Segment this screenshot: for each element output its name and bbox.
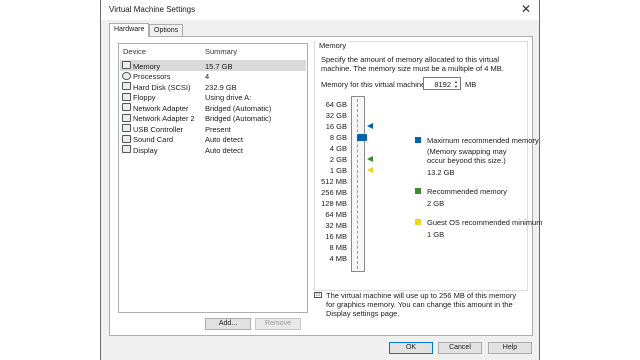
- settings-window: Virtual Machine Settings ✕ Hardware Opti…: [100, 0, 542, 360]
- device-name: Network Adapter: [133, 103, 189, 113]
- dialog-footer: OK Cancel Help: [101, 340, 539, 360]
- scale-tick: 16 MB: [325, 232, 347, 241]
- memory-size-value: 8192: [434, 80, 451, 89]
- device-name: Memory: [133, 61, 161, 71]
- usb-icon: [122, 124, 131, 132]
- scale-tick: 1 GB: [329, 166, 347, 175]
- help-button[interactable]: Help: [488, 342, 532, 354]
- legend-value: 13.2 GB: [427, 168, 455, 177]
- info-icon: ▭: [314, 292, 322, 298]
- device-row-memory[interactable]: Memory 15.7 GB: [120, 60, 306, 71]
- device-name: USB Controller: [133, 124, 184, 134]
- scale-tick: 256 MB: [321, 188, 347, 197]
- device-column-header[interactable]: Device: [123, 47, 146, 56]
- legend-swatch: [415, 188, 421, 194]
- device-name: Sound Card: [133, 135, 174, 144]
- memory-size-input[interactable]: 8192 ▲ ▼: [423, 77, 461, 90]
- device-name: Display: [133, 145, 158, 155]
- cancel-button[interactable]: Cancel: [438, 342, 482, 354]
- scale-tick: 512 MB: [321, 177, 347, 186]
- memory-description: Specify the amount of memory allocated t…: [321, 55, 504, 73]
- device-list: Device Summary Memory 15.7 GB Processors…: [118, 43, 308, 313]
- device-summary: 232.9 GB: [205, 82, 237, 92]
- hard-disk-icon: [122, 82, 131, 90]
- scale-tick: 4 GB: [329, 144, 347, 153]
- device-summary: Bridged (Automatic): [205, 103, 272, 113]
- tab-hardware[interactable]: Hardware: [109, 23, 150, 37]
- guest-min-marker-icon: [367, 167, 373, 173]
- memory-unit: MB: [465, 80, 477, 89]
- scale-tick: 2 GB: [329, 155, 347, 164]
- device-name: Hard Disk (SCSI): [133, 82, 191, 92]
- device-row-network-adapter-2[interactable]: Network Adapter 2 Bridged (Automatic): [120, 113, 306, 123]
- device-name: Floppy: [133, 93, 156, 102]
- device-summary: Auto detect: [205, 135, 243, 144]
- scale-tick: 32 MB: [325, 221, 347, 230]
- device-row-sound-card[interactable]: Sound Card Auto detect: [120, 134, 306, 144]
- legend-swatch: [415, 219, 421, 225]
- memory-input-label: Memory for this virtual machine:: [321, 80, 428, 89]
- device-row-network-adapter[interactable]: Network Adapter Bridged (Automatic): [120, 102, 306, 113]
- scale-tick: 8 MB: [329, 243, 347, 252]
- network-adapter-icon: [122, 103, 131, 111]
- device-row-hard-disk[interactable]: Hard Disk (SCSI) 232.9 GB: [120, 81, 306, 92]
- slider-groove: [357, 99, 359, 269]
- window-title: Virtual Machine Settings: [109, 5, 196, 14]
- summary-column-header[interactable]: Summary: [205, 47, 237, 56]
- display-icon: [122, 145, 131, 153]
- hardware-panel: Device Summary Memory 15.7 GB Processors…: [109, 36, 542, 336]
- scale-tick: 16 GB: [325, 122, 347, 131]
- scale-tick: 128 MB: [321, 199, 347, 208]
- device-name: Network Adapter 2: [133, 114, 195, 123]
- legend-swatch: [415, 137, 421, 143]
- sound-card-icon: [122, 134, 131, 143]
- device-summary: Present: [205, 124, 231, 134]
- device-row-usb-controller[interactable]: USB Controller Present: [120, 123, 306, 134]
- device-summary: 15.7 GB: [205, 61, 233, 71]
- scale-tick: 64 MB: [325, 210, 347, 219]
- title-bar: Virtual Machine Settings ✕: [101, 0, 539, 20]
- memory-slider-track[interactable]: [351, 96, 365, 272]
- memory-icon: [122, 61, 131, 69]
- legend-title: Maximum recommended memory: [427, 136, 539, 145]
- legend-title: Guest OS recommended minimum: [427, 218, 543, 227]
- legend-note: (Memory swapping may occur beyond this s…: [427, 147, 507, 165]
- device-summary: Using drive A:: [205, 93, 252, 102]
- scale-tick: 32 GB: [325, 111, 347, 120]
- network-adapter-icon: [122, 113, 131, 122]
- legend-value: 2 GB: [427, 199, 445, 208]
- scale-tick: 8 GB: [329, 133, 347, 142]
- ok-button[interactable]: OK: [389, 342, 433, 354]
- graphics-note-text: The virtual machine will use up to 256 M…: [326, 291, 517, 318]
- scale-tick: 4 MB: [329, 254, 347, 263]
- max-recommended-marker-icon: [367, 123, 373, 129]
- memory-slider-thumb[interactable]: [357, 134, 367, 141]
- legend-value: 1 GB: [427, 230, 445, 239]
- device-name: Processors: [133, 72, 171, 81]
- device-row-processors[interactable]: Processors 4: [120, 71, 306, 81]
- device-row-floppy[interactable]: Floppy Using drive A:: [120, 92, 306, 102]
- floppy-icon: [122, 92, 131, 101]
- legend-title: Recommended memory: [427, 187, 508, 196]
- memory-group: Memory Specify the amount of memory allo…: [314, 41, 542, 291]
- device-summary: 4: [205, 72, 210, 81]
- processor-icon: [122, 71, 131, 80]
- close-icon[interactable]: ✕: [519, 2, 533, 16]
- device-summary: Bridged (Automatic): [205, 114, 272, 123]
- device-list-header: Device Summary: [119, 44, 307, 58]
- device-summary: Auto detect: [205, 145, 243, 155]
- memory-group-title: Memory: [317, 41, 349, 50]
- add-device-button[interactable]: Add...: [205, 318, 251, 330]
- spinner-icon[interactable]: ▲ ▼: [453, 79, 459, 89]
- scale-tick: 64 GB: [325, 100, 347, 109]
- remove-device-button[interactable]: Remove: [255, 318, 301, 330]
- device-row-display[interactable]: Display Auto detect: [120, 144, 306, 155]
- recommended-marker-icon: [367, 156, 373, 162]
